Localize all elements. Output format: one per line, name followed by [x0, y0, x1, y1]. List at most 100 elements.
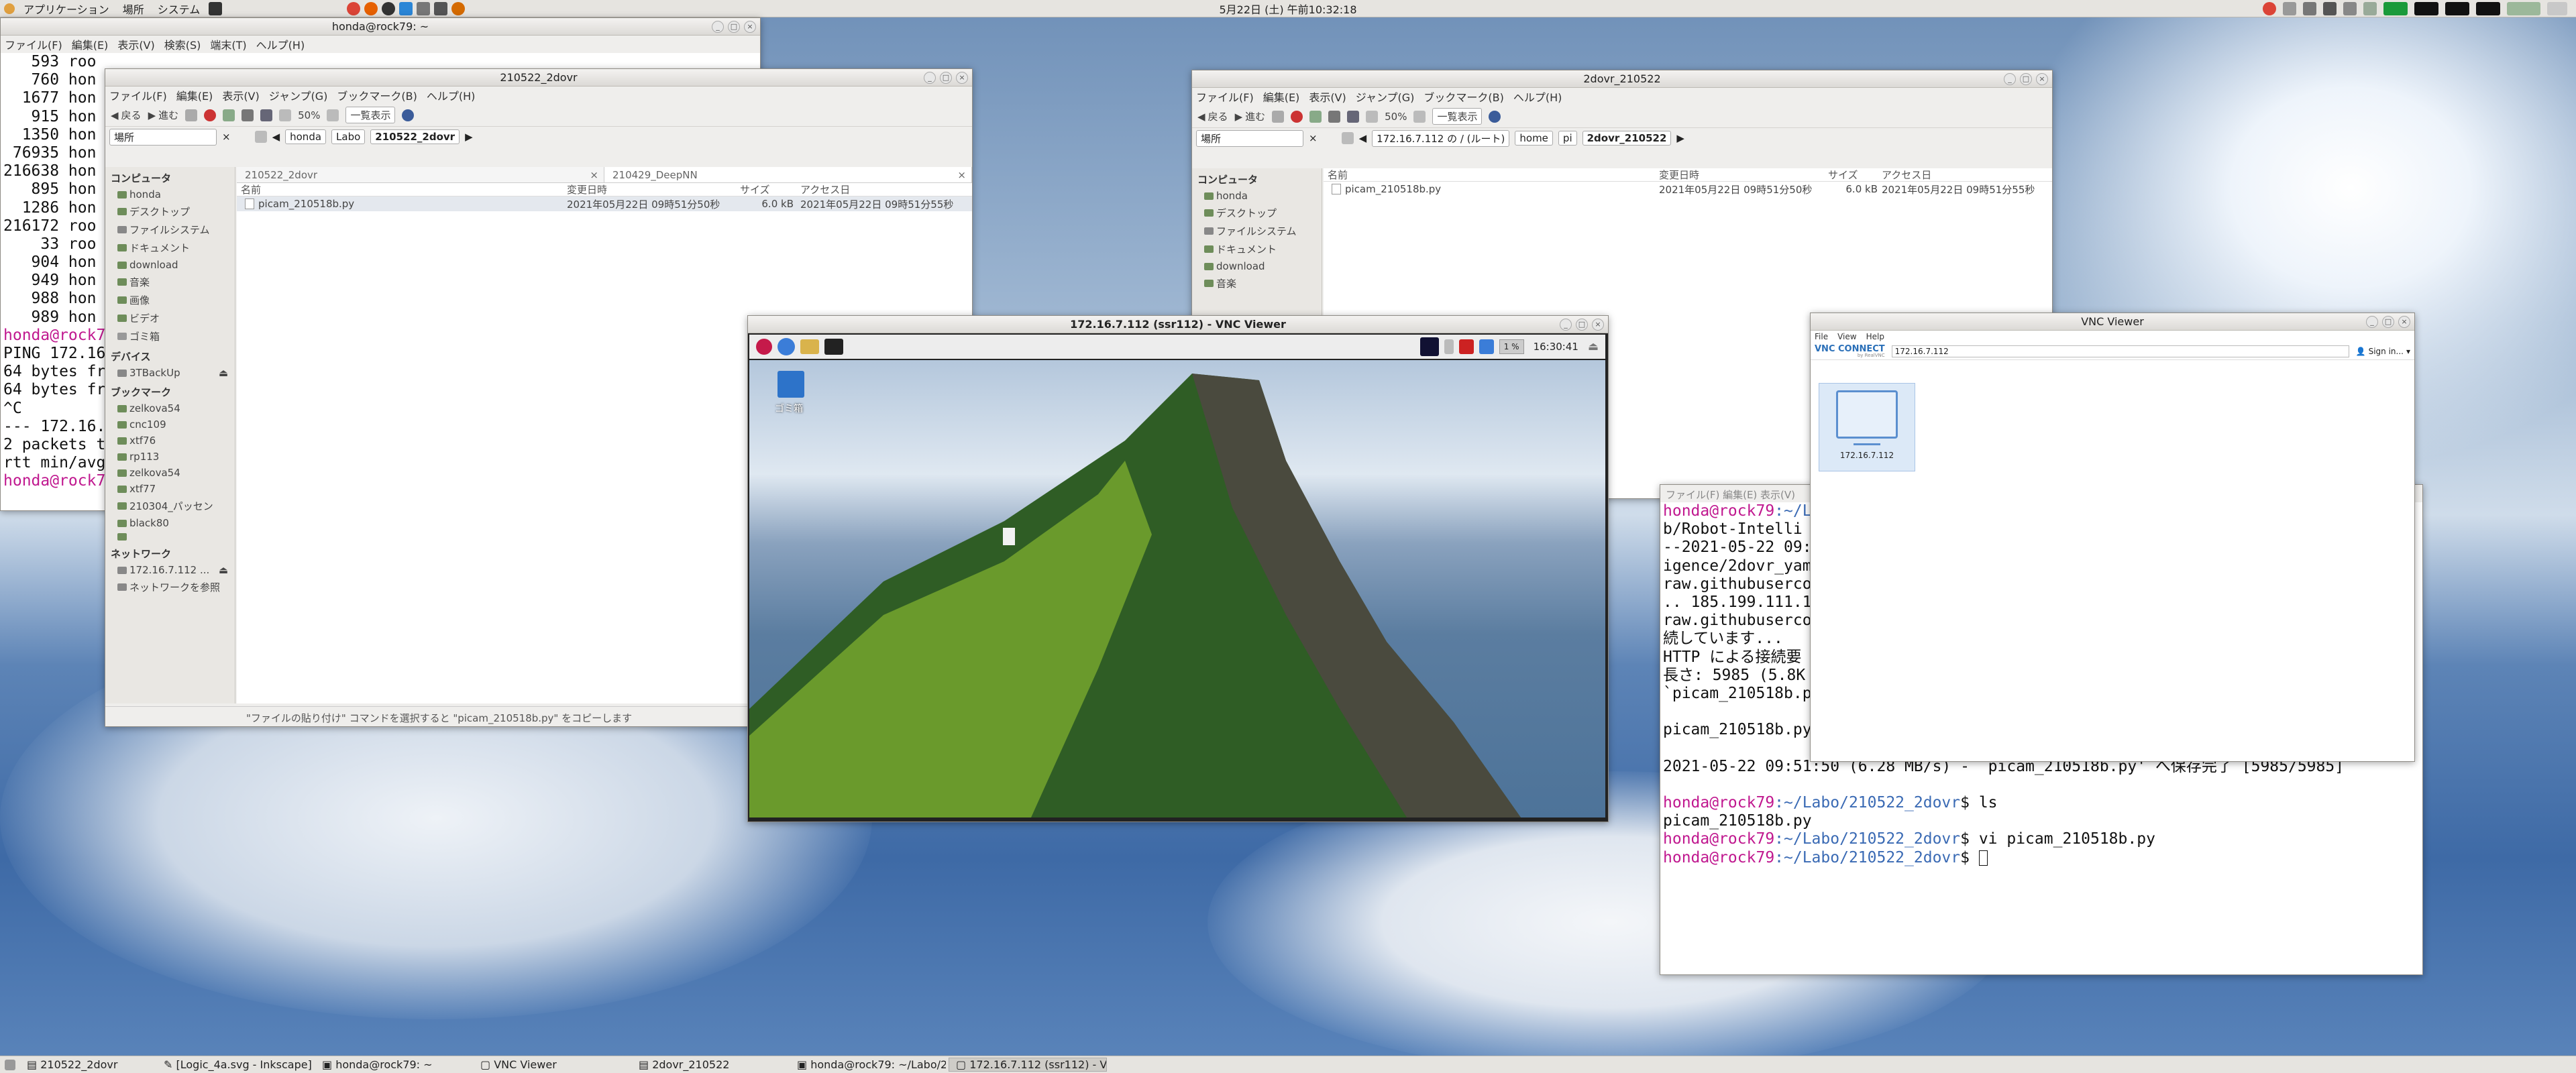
sidebar-item[interactable]: 画像: [105, 291, 235, 309]
menu-go[interactable]: ジャンプ(G): [1356, 89, 1415, 105]
app-launcher-icon[interactable]: [417, 1, 431, 15]
tray-icon[interactable]: [2343, 1, 2357, 15]
taskbar-item[interactable]: ▣ honda@rock79: ~/Labo/2...: [790, 1058, 946, 1071]
sidebar-item[interactable]: rp113: [105, 449, 235, 465]
tray-icon[interactable]: [2303, 1, 2316, 15]
menu-view[interactable]: View: [1837, 332, 1856, 341]
menu-view[interactable]: 表示(V): [117, 36, 154, 52]
cpu-monitor-icon[interactable]: [2414, 1, 2438, 15]
network-disconnected-icon[interactable]: [1458, 339, 1474, 354]
vnc-session-window[interactable]: 172.16.7.112 (ssr112) - VNC Viewer _ □ × 1…: [747, 315, 1609, 822]
trash-desktop-icon[interactable]: [777, 371, 804, 398]
sidebar-item[interactable]: ファイルシステム: [105, 221, 235, 239]
close-button[interactable]: ×: [956, 72, 968, 84]
column-name[interactable]: 名前: [1324, 168, 1659, 182]
menu-search[interactable]: 検索(S): [164, 36, 201, 52]
menu-applications[interactable]: アプリケーション: [17, 1, 116, 17]
toggle-location-icon[interactable]: [254, 131, 267, 143]
menu-file[interactable]: File: [1815, 332, 1828, 341]
path-right-arrow-icon[interactable]: ▶: [465, 131, 473, 143]
terminal-left-titlebar[interactable]: honda@rock79: ~ _ □ ×: [1, 18, 760, 36]
menu-go[interactable]: ジャンプ(G): [269, 87, 328, 103]
distro-logo-icon[interactable]: [4, 3, 15, 14]
sidebar-item[interactable]: download: [1192, 258, 1322, 274]
sidebar-item[interactable]: デスクトップ: [1192, 204, 1322, 222]
sidebar-item[interactable]: zelkova54: [105, 465, 235, 481]
menu-view[interactable]: 表示(V): [222, 87, 259, 103]
tab-210522-2dovr[interactable]: 210522_2dovr ×: [237, 167, 604, 182]
vscode-launcher-icon[interactable]: [399, 1, 413, 15]
vnc-session-titlebar[interactable]: 172.16.7.112 (ssr112) - VNC Viewer _ □ ×: [748, 316, 1608, 333]
sidebar-item[interactable]: [105, 531, 235, 543]
file-manager-left-titlebar[interactable]: 210522_2dovr _ □ ×: [105, 69, 972, 87]
sidebar-item[interactable]: ゴミ箱: [105, 327, 235, 345]
clock[interactable]: 5月22日 (土) 午前10:32:18: [1208, 1, 1368, 17]
close-tab-icon[interactable]: ×: [957, 169, 966, 181]
menu-edit[interactable]: 編集(E): [176, 87, 213, 103]
taskbar-item[interactable]: ✎ [Logic_4a.svg - Inkscape]: [157, 1058, 313, 1071]
sidebar-item[interactable]: 172.16.7.112 ... ⏏: [105, 562, 235, 578]
taskbar-item[interactable]: ▢ VNC Viewer: [474, 1058, 629, 1071]
terminal-icon[interactable]: [824, 339, 843, 355]
close-button[interactable]: ×: [1592, 319, 1604, 331]
path-segment[interactable]: Labo: [331, 129, 366, 144]
column-accessed[interactable]: アクセス日: [800, 182, 961, 196]
sidebar-item[interactable]: honda: [1192, 188, 1322, 204]
path-left-arrow-icon[interactable]: ◀: [1359, 132, 1367, 144]
eject-icon[interactable]: ⏏: [219, 564, 228, 576]
sidebar-item[interactable]: 3TBackUp ⏏: [105, 365, 235, 381]
tab-210429-deepnn[interactable]: 210429_DeepNN ×: [604, 167, 972, 182]
menu-help[interactable]: ヘルプ(H): [427, 87, 476, 103]
back-button[interactable]: ◀ 戻る: [111, 108, 142, 122]
tray-icon[interactable]: [2283, 1, 2296, 15]
search-icon[interactable]: [1489, 110, 1501, 123]
path-segment[interactable]: home: [1515, 131, 1553, 146]
home-icon[interactable]: [1328, 110, 1341, 123]
zoom-out-icon[interactable]: [1366, 110, 1379, 123]
path-right-arrow-icon[interactable]: ▶: [1676, 132, 1684, 144]
chrome-launcher-icon[interactable]: [347, 1, 361, 15]
reload-icon[interactable]: [1309, 110, 1322, 123]
maximize-button[interactable]: □: [1576, 319, 1588, 331]
close-tab-icon[interactable]: ×: [590, 169, 598, 181]
path-segment[interactable]: 172.16.7.112 の / (ルート): [1372, 129, 1510, 147]
column-modified[interactable]: 変更日時: [567, 182, 740, 196]
minimize-button[interactable]: _: [2004, 73, 2016, 85]
up-icon[interactable]: [185, 109, 198, 121]
remote-clock[interactable]: 16:30:41: [1529, 341, 1582, 353]
menu-help[interactable]: ヘルプ(H): [1513, 89, 1562, 105]
volume-icon[interactable]: [1479, 339, 1494, 354]
menu-edit[interactable]: 編集(E): [1263, 89, 1300, 105]
chrome-tray-icon[interactable]: [2263, 1, 2276, 15]
sidebar-item[interactable]: ネットワークを参照: [105, 578, 235, 596]
menu-bookmarks[interactable]: ブックマーク(B): [1424, 89, 1503, 105]
browser-icon[interactable]: [777, 338, 795, 355]
workspace-switcher-icon[interactable]: [2547, 1, 2567, 15]
bluetooth-icon[interactable]: [1444, 339, 1454, 354]
sidebar-item[interactable]: download: [105, 257, 235, 273]
taskbar-item[interactable]: ▤ 2dovr_210522: [632, 1058, 788, 1071]
sidebar-item[interactable]: zelkova54: [105, 400, 235, 416]
terminal-launcher-icon[interactable]: [209, 1, 223, 15]
menu-help[interactable]: ヘルプ(H): [256, 36, 305, 52]
sidebar-item[interactable]: xtf76: [105, 433, 235, 449]
close-sidebar-icon[interactable]: ×: [1309, 132, 1318, 144]
menu-file[interactable]: ファイル(F): [1196, 89, 1254, 105]
address-book-item[interactable]: 172.16.7.112: [1819, 383, 1915, 471]
vnc-viewer-titlebar[interactable]: VNC Viewer _ □ ×: [1811, 313, 2414, 331]
path-segment[interactable]: 210522_2dovr: [370, 129, 460, 144]
menu-places[interactable]: 場所: [116, 1, 151, 17]
minimize-button[interactable]: _: [712, 21, 724, 33]
eject-icon[interactable]: ⏏: [219, 367, 228, 379]
back-button[interactable]: ◀ 戻る: [1197, 109, 1228, 123]
maximize-button[interactable]: □: [2382, 316, 2394, 328]
sidebar-item[interactable]: 音楽: [1192, 274, 1322, 292]
path-segment[interactable]: honda: [285, 129, 327, 144]
vnc-tray-icon[interactable]: [1419, 337, 1439, 356]
workspace-switcher-icon[interactable]: [2507, 1, 2540, 15]
minimize-button[interactable]: _: [2366, 316, 2378, 328]
eject-icon[interactable]: ⏏: [1588, 340, 1605, 353]
firefox-launcher-icon[interactable]: [364, 1, 378, 15]
address-input[interactable]: 172.16.7.112: [1891, 345, 2349, 357]
sidebar-item[interactable]: ドキュメント: [105, 239, 235, 257]
